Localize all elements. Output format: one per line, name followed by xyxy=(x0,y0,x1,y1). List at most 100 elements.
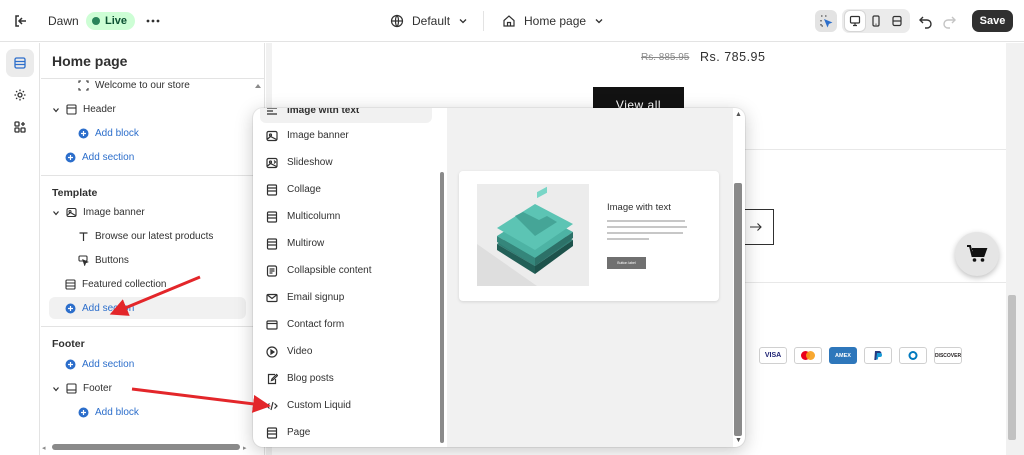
section-list-scrollbar[interactable] xyxy=(440,172,444,443)
section-preview-card: Image with text Button label xyxy=(459,171,719,301)
gear-icon xyxy=(14,89,26,101)
mobile-view-button[interactable] xyxy=(866,11,886,31)
undo-icon[interactable] xyxy=(917,12,935,30)
add-section-popover: Image with text Image banner Slideshow C… xyxy=(253,108,745,447)
section-option-slideshow[interactable]: Slideshow xyxy=(260,150,432,175)
sidebar-item-buttons[interactable]: Buttons xyxy=(78,255,129,266)
sidebar-item-label: Welcome to our store xyxy=(95,80,190,91)
inspector-toggle[interactable] xyxy=(815,10,837,32)
popover-scrollbar[interactable] xyxy=(734,183,742,436)
mastercard-icon xyxy=(794,347,822,364)
plus-circle-icon xyxy=(78,128,89,139)
section-option-collapsible-content[interactable]: Collapsible content xyxy=(260,258,432,283)
add-block-label: Add block xyxy=(95,128,139,139)
theme-select[interactable]: Default xyxy=(390,12,468,30)
compare-price: Rs. 885.95 xyxy=(641,52,690,63)
chevron-down-icon xyxy=(459,19,467,24)
section-option-multirow[interactable]: Multirow xyxy=(260,231,432,256)
scroll-down-icon[interactable]: ▼ xyxy=(735,437,742,444)
footer-add-block-button[interactable]: Add block xyxy=(78,407,139,418)
section-option-page[interactable]: Page xyxy=(260,420,432,445)
page-select[interactable]: Home page xyxy=(502,12,604,30)
left-rail xyxy=(0,43,40,455)
section-option-multicolumn[interactable]: Multicolumn xyxy=(260,204,432,229)
scroll-up-icon[interactable]: ▲ xyxy=(735,111,742,118)
sidebar-item-image-banner[interactable]: Image banner xyxy=(52,207,145,218)
section-option-label: Image with text xyxy=(287,108,360,116)
save-button[interactable]: Save xyxy=(972,10,1013,32)
code-icon xyxy=(266,401,278,410)
sidebar-item-header[interactable]: Header xyxy=(52,104,116,115)
section-option-label: Contact form xyxy=(287,319,345,330)
globe-icon xyxy=(390,14,404,28)
sidebar-item-footer[interactable]: Footer xyxy=(52,383,112,394)
section-option-contact-form[interactable]: Contact form xyxy=(260,312,432,337)
preview-body-text xyxy=(607,220,689,248)
desktop-view-button[interactable] xyxy=(844,11,865,31)
section-option-label: Collapsible content xyxy=(287,265,372,276)
sale-price: Rs. 785.95 xyxy=(700,50,766,64)
select-cursor-icon xyxy=(820,15,833,28)
text-line xyxy=(607,232,683,234)
sidebar-horizontal-scrollbar[interactable] xyxy=(52,444,240,450)
announcement-icon xyxy=(78,80,89,91)
add-section-label: Add section xyxy=(82,152,135,163)
section-option-label: Collage xyxy=(287,184,321,195)
rail-sections-button[interactable] xyxy=(6,49,34,77)
amex-icon: AMEX xyxy=(829,347,857,364)
live-status-badge: Live xyxy=(86,12,136,30)
email-icon xyxy=(266,293,278,302)
device-toggle-group xyxy=(842,9,910,33)
section-option-collage[interactable]: Collage xyxy=(260,177,432,202)
image-text-icon xyxy=(267,108,277,115)
section-option-blog-posts[interactable]: Blog posts xyxy=(260,366,432,391)
exit-icon[interactable] xyxy=(12,12,30,30)
plus-circle-icon xyxy=(65,152,76,163)
section-option-email-signup[interactable]: Email signup xyxy=(260,285,432,310)
section-option-custom-liquid[interactable]: Custom Liquid xyxy=(260,393,432,418)
theme-name: Dawn xyxy=(48,14,79,28)
redo-icon[interactable] xyxy=(940,12,958,30)
fullscreen-view-button[interactable] xyxy=(887,11,907,31)
more-actions-icon[interactable] xyxy=(144,12,162,30)
chevron-down-icon xyxy=(595,19,603,24)
section-option-image-banner[interactable]: Image banner xyxy=(260,123,432,148)
rail-settings-button[interactable] xyxy=(6,81,34,109)
cart-icon xyxy=(967,245,988,262)
preview-scrollbar[interactable] xyxy=(1008,295,1016,440)
scroll-right-icon[interactable]: ▸ xyxy=(243,444,247,452)
section-option-image-with-text[interactable]: Image with text xyxy=(260,108,432,123)
add-section-button[interactable]: Add section xyxy=(65,152,134,163)
payment-icons: VISA AMEX DISCOVER xyxy=(759,347,962,364)
add-block-button[interactable]: Add block xyxy=(78,128,139,139)
footer-group-heading: Footer xyxy=(52,338,85,350)
scroll-up-icon[interactable] xyxy=(254,82,262,90)
plus-circle-icon xyxy=(65,303,76,314)
page-icon xyxy=(266,426,278,439)
image-banner-icon xyxy=(66,207,77,218)
rail-apps-button[interactable] xyxy=(6,113,34,141)
slideshow-icon xyxy=(266,157,278,168)
sidebar-item-label: Buttons xyxy=(95,255,129,266)
sidebar-item-heading-block[interactable]: Browse our latest products xyxy=(78,231,213,242)
topbar-divider xyxy=(483,11,484,31)
cart-button[interactable] xyxy=(955,232,999,276)
paypal-icon xyxy=(864,347,892,364)
template-add-section-button[interactable]: Add section xyxy=(65,303,134,314)
collage-icon xyxy=(266,183,278,196)
sidebar-item-label: Featured collection xyxy=(82,279,167,290)
chevron-down-icon xyxy=(53,107,59,112)
sections-icon xyxy=(14,57,26,69)
tshirt-stack-icon xyxy=(477,186,573,286)
plus-circle-icon xyxy=(78,407,89,418)
sidebar-divider xyxy=(41,175,264,176)
scroll-left-icon[interactable]: ◂ xyxy=(42,444,46,452)
sidebar-item-label: Header xyxy=(83,104,116,115)
footer-add-section-button[interactable]: Add section xyxy=(65,359,134,370)
section-option-video[interactable]: Video xyxy=(260,339,432,364)
sidebar-divider xyxy=(41,78,264,79)
sidebar-item-welcome[interactable]: Welcome to our store xyxy=(78,80,190,91)
section-type-list: Image with text Image banner Slideshow C… xyxy=(253,108,447,447)
sidebar-item-featured-collection[interactable]: Featured collection xyxy=(65,279,167,290)
sidebar-item-label: Image banner xyxy=(83,207,145,218)
